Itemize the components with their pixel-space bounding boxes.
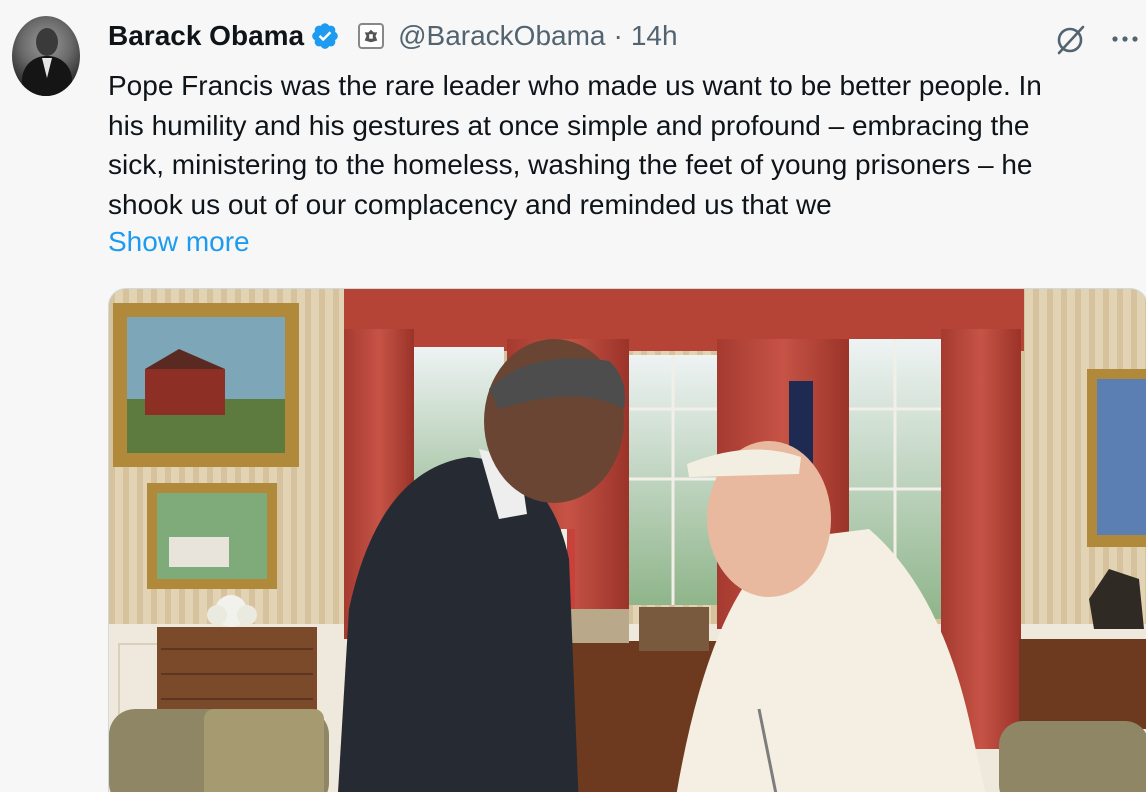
separator-dot: · bbox=[613, 20, 623, 51]
photo-scene bbox=[109, 289, 1146, 792]
government-seal-icon[interactable] bbox=[358, 23, 385, 49]
tweet-text-line: his humility and his gestures at once si… bbox=[108, 109, 1030, 141]
tweet-text: Pope Francis was the rare leader who mad… bbox=[108, 66, 1138, 224]
avatar-head bbox=[36, 28, 58, 56]
verified-badge-icon[interactable] bbox=[310, 21, 340, 51]
tweet-header: Barack Obama @BarackObama · 14h bbox=[108, 14, 678, 58]
grok-icon[interactable] bbox=[1054, 22, 1088, 56]
author-handle[interactable]: @BarackObama bbox=[398, 20, 605, 52]
show-more-link[interactable]: Show more bbox=[108, 226, 250, 258]
author-name[interactable]: Barack Obama bbox=[108, 20, 304, 52]
more-options-icon[interactable] bbox=[1108, 24, 1142, 54]
tweet-timestamp[interactable]: 14h bbox=[631, 20, 678, 52]
author-avatar[interactable] bbox=[12, 16, 80, 96]
tweet-photo[interactable] bbox=[108, 288, 1146, 792]
tweet-text-line: shook us out of our complacency and remi… bbox=[108, 188, 832, 220]
tweet-text-line: sick, ministering to the homeless, washi… bbox=[108, 149, 1033, 180]
tweet-text-line: Pope Francis was the rare leader who mad… bbox=[108, 70, 1042, 101]
